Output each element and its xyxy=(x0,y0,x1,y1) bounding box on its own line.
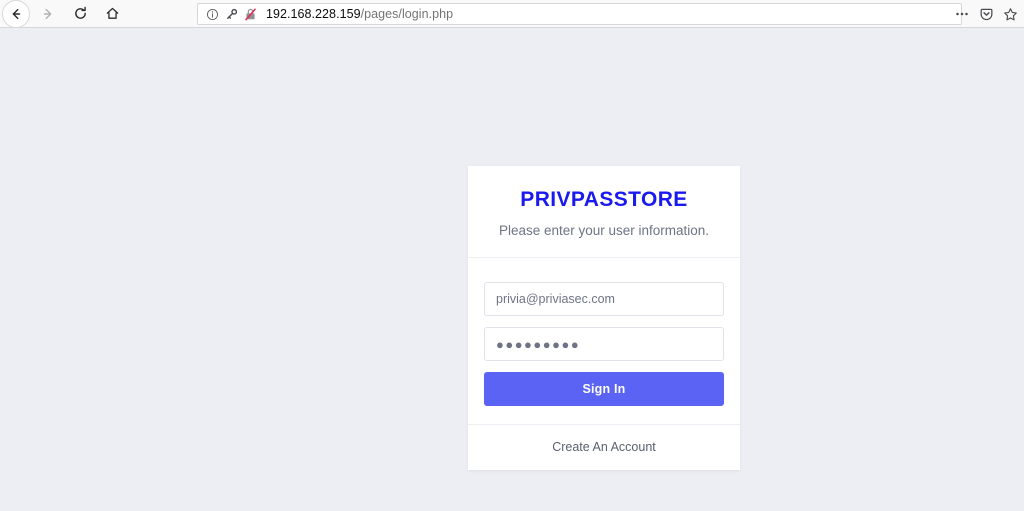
forward-button[interactable] xyxy=(34,0,62,28)
card-header: PRIVPASSTORE Please enter your user info… xyxy=(468,166,740,259)
toolbar-actions xyxy=(950,0,1022,28)
reload-button[interactable] xyxy=(66,0,94,28)
page-content: PRIVPASSTORE Please enter your user info… xyxy=(0,29,1024,511)
url-path: /pages/login.php xyxy=(360,7,454,21)
broken-lock-icon[interactable] xyxy=(242,6,258,22)
pocket-save-button[interactable] xyxy=(974,0,998,28)
url-domain: 192.168.228.159 xyxy=(266,7,361,21)
url-bar[interactable]: 192.168.228.159/pages/login.php xyxy=(197,3,962,25)
ellipsis-icon xyxy=(954,6,970,22)
create-account-link[interactable]: Create An Account xyxy=(552,440,656,454)
more-actions-button[interactable] xyxy=(950,0,974,28)
info-circle-icon[interactable] xyxy=(204,6,220,22)
password-field[interactable] xyxy=(484,327,724,362)
login-card: PRIVPASSTORE Please enter your user info… xyxy=(468,166,740,471)
card-footer: Create An Account xyxy=(468,424,740,470)
bookmark-button[interactable] xyxy=(998,0,1022,28)
reload-icon xyxy=(73,6,88,21)
sign-in-button[interactable]: Sign In xyxy=(484,372,724,407)
pocket-save-icon xyxy=(979,7,994,22)
email-field[interactable] xyxy=(484,282,724,317)
card-subtitle: Please enter your user information. xyxy=(498,223,710,239)
login-form: Sign In xyxy=(468,258,740,424)
home-icon xyxy=(105,6,120,21)
home-button[interactable] xyxy=(98,0,126,28)
forward-arrow-icon xyxy=(41,7,55,21)
star-bookmark-icon xyxy=(1003,7,1018,22)
url-text: 192.168.228.159/pages/login.php xyxy=(266,7,453,21)
browser-toolbar: 192.168.228.159/pages/login.php xyxy=(0,0,1024,28)
back-arrow-icon xyxy=(9,7,23,21)
page-title: PRIVPASSTORE xyxy=(520,188,688,211)
key-icon[interactable] xyxy=(223,6,239,22)
back-button[interactable] xyxy=(2,0,30,28)
